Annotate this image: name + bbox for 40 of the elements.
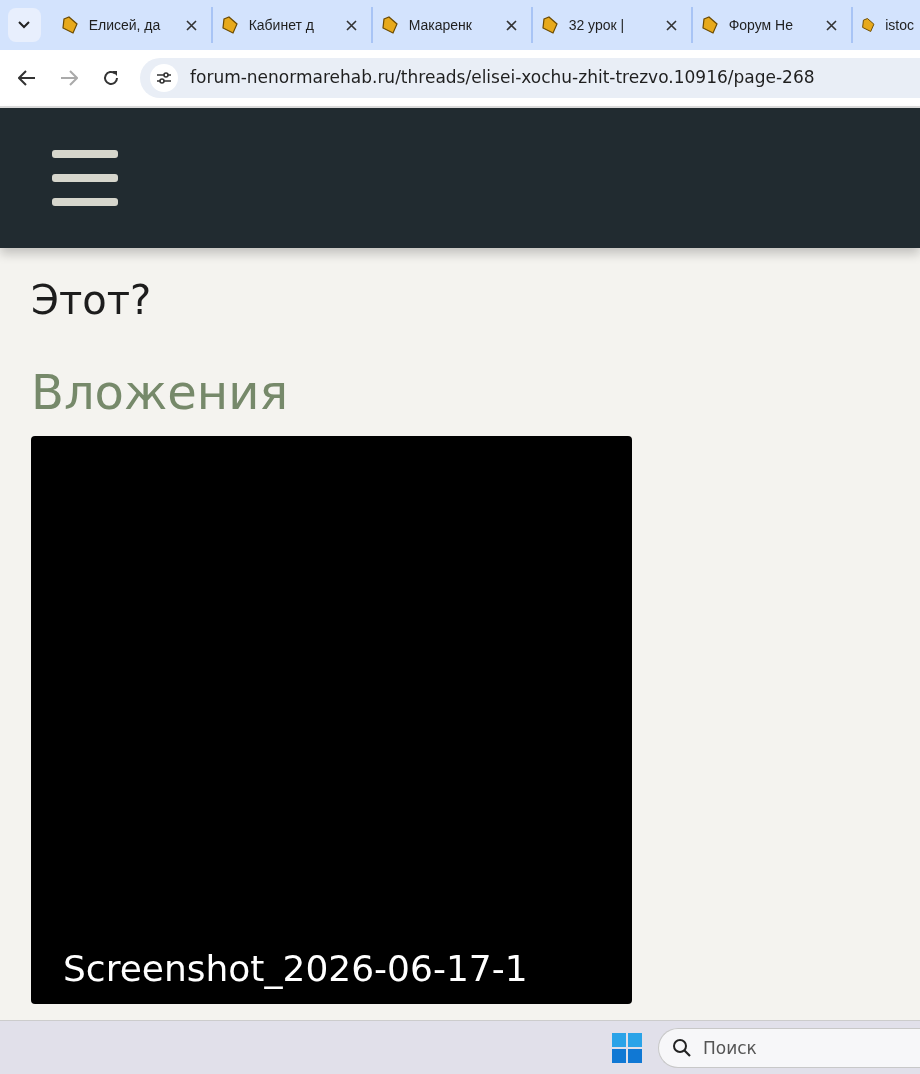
close-tab-button[interactable] (665, 19, 677, 31)
browser-tab[interactable]: Кабинет д (212, 7, 373, 43)
menu-button[interactable] (52, 150, 118, 206)
browser-tab[interactable]: 32 урок | (532, 7, 693, 43)
favicon-icon (540, 16, 559, 34)
close-icon (345, 19, 357, 31)
attachment-thumbnail[interactable]: Screenshot_2026-06-17-1 (31, 435, 632, 1004)
attachments-heading: Вложения (31, 364, 290, 422)
menu-icon (52, 150, 118, 206)
close-icon (505, 19, 517, 31)
address-bar[interactable]: forum-nenormarehab.ru/threads/elisei-xochu-zhit-trezvo.10916/page-268 (140, 58, 920, 98)
site-settings-icon[interactable] (156, 71, 172, 85)
start-button[interactable] (612, 1032, 642, 1063)
reload-icon (102, 69, 120, 87)
browser-tab[interactable]: istoc (852, 7, 920, 43)
close-tab-button[interactable] (185, 19, 197, 31)
browser-tab[interactable]: Макаренк (372, 7, 533, 43)
post-text: Этот? (31, 276, 153, 324)
windows-logo-icon (612, 1032, 642, 1063)
back-button[interactable] (18, 70, 36, 86)
favicon-icon (860, 16, 876, 34)
favicon-icon (380, 16, 399, 34)
favicon-icon (220, 16, 239, 34)
forward-arrow-icon (60, 70, 78, 86)
close-icon (185, 19, 197, 31)
favicon-icon (60, 16, 79, 34)
close-tab-button[interactable] (505, 19, 517, 31)
taskbar-search-field[interactable]: Поиск (658, 1027, 920, 1068)
close-tab-button[interactable] (825, 19, 837, 31)
browser-tab[interactable]: Елисей, да (52, 7, 213, 43)
chevron-down-icon (18, 21, 31, 29)
favicon-icon (700, 16, 719, 34)
close-icon (825, 19, 837, 31)
back-arrow-icon (18, 70, 36, 86)
close-tab-button[interactable] (345, 19, 357, 31)
close-icon (665, 19, 677, 31)
attachment-caption: Screenshot_2026-06-17-1 (63, 946, 528, 991)
browser-tab[interactable]: Форум Не (692, 7, 853, 43)
reload-button[interactable] (102, 69, 120, 87)
tab-list-button[interactable] (8, 8, 41, 42)
